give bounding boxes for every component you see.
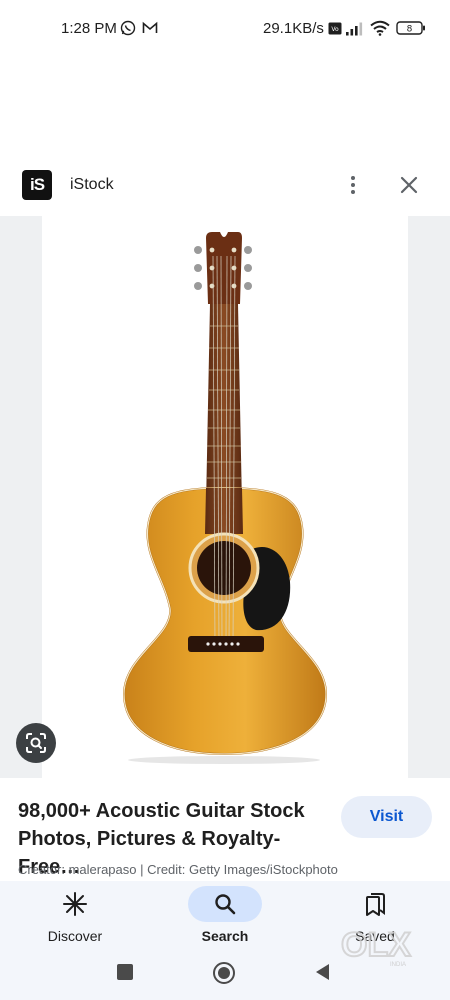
more-vert-icon xyxy=(351,176,355,194)
source-logo[interactable]: iS xyxy=(22,170,52,200)
discover-icon-wrap xyxy=(38,886,112,922)
search-icon xyxy=(215,894,236,915)
search-icon-wrap xyxy=(188,886,262,922)
saved-icon xyxy=(366,893,385,916)
battery-level: 8 xyxy=(407,25,413,35)
image-preview[interactable] xyxy=(0,216,450,778)
volte-icon: Vo xyxy=(328,22,342,40)
visit-button[interactable]: Visit xyxy=(341,796,432,838)
gmail-icon xyxy=(142,20,158,41)
network-speed: 29.1KB/s xyxy=(263,20,324,37)
saved-icon-wrap xyxy=(338,886,412,922)
olx-watermark-subtext: INDIA xyxy=(390,962,406,968)
back-button[interactable] xyxy=(312,961,334,983)
recent-apps-button[interactable] xyxy=(114,961,136,983)
home-icon xyxy=(213,962,235,984)
back-icon xyxy=(316,964,329,980)
close-icon xyxy=(400,176,418,194)
wifi-icon xyxy=(370,20,390,41)
lens-search-button[interactable] xyxy=(16,723,56,763)
recent-apps-icon xyxy=(117,964,133,980)
source-logo-text: iS xyxy=(29,175,45,194)
signal-icon xyxy=(345,21,365,41)
olx-watermark: OLX INDIA xyxy=(334,924,418,968)
screen: 1:28 PM 29.1KB/s Vo 8 iS iStock 98,000+ … xyxy=(0,0,450,1000)
image-credit: Creator: malerapaso | Credit: Getty Imag… xyxy=(18,862,338,877)
nav-search-label: Search xyxy=(201,928,249,944)
home-button[interactable] xyxy=(212,961,235,984)
svg-text:Vo: Vo xyxy=(331,26,339,33)
nav-search[interactable]: Search xyxy=(170,881,280,959)
status-time: 1:28 PM xyxy=(61,20,117,37)
status-bar: 1:28 PM 29.1KB/s Vo 8 xyxy=(0,0,450,58)
battery-icon: 8 xyxy=(396,21,426,40)
source-name[interactable]: iStock xyxy=(70,176,114,194)
lens-icon xyxy=(26,733,46,753)
nav-discover-label: Discover xyxy=(47,928,103,944)
more-options-button[interactable] xyxy=(340,172,366,198)
guitar-image xyxy=(122,232,328,764)
nav-discover[interactable]: Discover xyxy=(20,881,130,959)
source-header: iS iStock xyxy=(0,166,450,206)
close-button[interactable] xyxy=(396,172,422,198)
discover-icon xyxy=(63,892,87,916)
whatsapp-icon xyxy=(120,20,136,41)
olx-watermark-text: OLX xyxy=(341,926,411,964)
image-frame xyxy=(42,216,408,778)
